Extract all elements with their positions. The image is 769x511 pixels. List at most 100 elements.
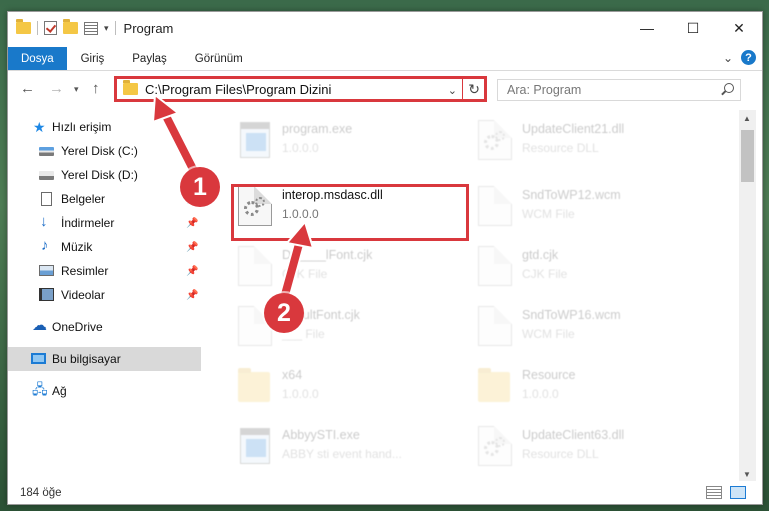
sidebar-item-music[interactable]: ♪ Müzik 📌 — [8, 235, 201, 259]
dll-file-icon — [478, 426, 512, 466]
step-1-callout: 1 — [180, 167, 220, 207]
tab-home[interactable]: Giriş — [67, 47, 119, 70]
file-item-sndtowp16-wcm[interactable]: SndToWP16.wcm WCM File — [474, 302, 714, 346]
videos-icon — [39, 288, 54, 301]
file-type: Resource DLL — [522, 141, 599, 155]
divider — [114, 21, 116, 35]
star-icon: ★ — [33, 118, 46, 135]
scroll-up-arrow-icon[interactable]: ▲ — [743, 114, 751, 123]
scroll-down-arrow-icon[interactable]: ▼ — [743, 470, 751, 479]
file-type: Resource DLL — [522, 447, 599, 461]
tab-view[interactable]: Görünüm — [181, 47, 257, 70]
pin-icon[interactable]: 📌 — [186, 290, 198, 301]
search-input[interactable]: Ara: Program — [497, 79, 741, 101]
file-name: SndToWP16.wcm — [522, 308, 621, 322]
file-version: 1.0.0.0 — [282, 387, 319, 401]
sidebar-item-local-disk-d[interactable]: Yerel Disk (D:) — [8, 163, 201, 187]
sidebar-item-this-pc[interactable]: Bu bilgisayar — [8, 347, 201, 371]
title-bar: ▾ Program — ☐ ✕ — [8, 12, 762, 44]
sidebar-item-label: Resimler — [61, 264, 109, 278]
sidebar-item-quick-access[interactable]: ★ Hızlı erişim — [8, 115, 201, 139]
application-icon — [238, 120, 272, 160]
sidebar-item-label: Bu bilgisayar — [52, 352, 121, 366]
vertical-scrollbar[interactable]: ▲ ▼ — [739, 110, 756, 481]
file-item-cjk-1[interactable]: D_____lFont.cjk CJK File — [234, 242, 474, 286]
folder-icon — [238, 366, 272, 406]
large-icons-view-icon[interactable] — [730, 486, 746, 499]
expand-ribbon-chevron-icon[interactable]: ⌄ — [723, 51, 733, 65]
file-name: gtd.cjk — [522, 248, 559, 262]
file-description: ABBY sti event hand... — [282, 447, 402, 461]
file-item-gtd-cjk[interactable]: gtd.cjk CJK File — [474, 242, 714, 286]
divider — [462, 79, 463, 99]
music-icon: ♪ — [41, 237, 49, 254]
help-icon[interactable]: ? — [741, 50, 756, 65]
file-version: 1.0.0.0 — [282, 141, 319, 155]
item-count: 184 öğe — [20, 487, 62, 499]
folder-item-x64[interactable]: x64 1.0.0.0 — [234, 362, 474, 406]
window-title: Program — [123, 20, 174, 36]
file-version: 1.0.0.0 — [522, 387, 559, 401]
generic-file-icon — [478, 186, 512, 226]
file-name: UpdateClient63.dll — [522, 428, 625, 442]
dll-file-icon — [478, 120, 512, 160]
tab-file[interactable]: Dosya — [8, 47, 67, 70]
address-bar[interactable]: C:\Program Files\Program Dizini ⌄ ↻ — [114, 76, 487, 102]
file-item-updateclient63-dll[interactable]: UpdateClient63.dll Resource DLL — [474, 422, 714, 466]
sidebar-item-label: İndirmeler — [61, 216, 115, 230]
sidebar-item-downloads[interactable]: ↓ İndirmeler 📌 — [8, 211, 201, 235]
properties-check-icon[interactable] — [44, 21, 57, 35]
generic-file-icon — [238, 246, 272, 286]
application-icon — [238, 426, 272, 466]
ribbon-right-controls: ⌄ ? — [723, 50, 756, 65]
sidebar-item-local-disk-c[interactable]: Yerel Disk (C:) — [8, 139, 201, 163]
sidebar-item-onedrive[interactable]: ☁ OneDrive — [8, 315, 201, 339]
close-button[interactable]: ✕ — [716, 12, 762, 44]
document-icon — [41, 192, 52, 206]
status-bar: 184 öğe — [8, 482, 762, 504]
pin-icon[interactable]: 📌 — [186, 266, 198, 277]
file-name: SndToWP12.wcm — [522, 188, 621, 202]
address-history-chevron-icon[interactable]: ⌄ — [448, 84, 457, 97]
search-icon[interactable] — [724, 83, 734, 93]
refresh-icon[interactable]: ↻ — [468, 81, 480, 98]
file-item-program-exe[interactable]: program.exe 1.0.0.0 — [234, 116, 474, 160]
drive-icon — [39, 171, 54, 180]
file-item-abbyysti-exe[interactable]: AbbyySTI.exe ABBY sti event hand... — [234, 422, 474, 466]
maximize-button[interactable]: ☐ — [670, 12, 716, 44]
file-type: WCM File — [522, 327, 575, 341]
file-name: Resource — [522, 368, 576, 382]
file-type: CJK File — [522, 267, 568, 281]
folder-item-resource[interactable]: Resource 1.0.0.0 — [474, 362, 714, 406]
minimize-button[interactable]: — — [624, 12, 670, 44]
new-folder-icon[interactable] — [63, 19, 78, 34]
network-icon: 🖧 — [32, 381, 48, 397]
sidebar-item-videos[interactable]: Videolar 📌 — [8, 283, 201, 307]
sidebar-item-pictures[interactable]: Resimler 📌 — [8, 259, 201, 283]
back-arrow-icon[interactable]: ← — [20, 80, 35, 97]
window-controls: — ☐ ✕ — [624, 12, 762, 44]
file-item-updateclient21-dll[interactable]: UpdateClient21.dll Resource DLL — [474, 116, 714, 160]
sidebar-item-network[interactable]: 🖧 Ağ — [8, 379, 201, 403]
step-2-callout: 2 — [264, 293, 304, 333]
sidebar-item-label: Videolar — [61, 288, 105, 302]
scrollbar-thumb[interactable] — [741, 130, 754, 182]
pin-icon[interactable]: 📌 — [186, 218, 198, 229]
tab-share[interactable]: Paylaş — [118, 47, 181, 70]
navigation-pane: ★ Hızlı erişim Yerel Disk (C:) Yerel Dis… — [8, 113, 201, 473]
properties-icon[interactable] — [84, 21, 98, 35]
sidebar-item-documents[interactable]: Belgeler 📌 — [8, 187, 201, 211]
address-path[interactable]: C:\Program Files\Program Dizini — [145, 82, 331, 97]
cloud-icon: ☁ — [32, 317, 47, 334]
details-view-icon[interactable] — [706, 486, 722, 499]
view-toggle — [706, 486, 746, 499]
pin-icon[interactable]: 📌 — [186, 242, 198, 253]
file-item-sndtowp12-wcm[interactable]: SndToWP12.wcm WCM File — [474, 182, 714, 226]
recent-locations-chevron-icon[interactable]: ▾ — [74, 84, 79, 95]
customize-toolbar-chevron-icon[interactable]: ▾ — [104, 23, 109, 34]
sidebar-item-label: Yerel Disk (C:) — [61, 144, 138, 158]
up-arrow-icon[interactable]: ↑ — [92, 80, 100, 97]
forward-arrow-icon[interactable]: → — [49, 80, 64, 97]
file-name: UpdateClient21.dll — [522, 122, 625, 136]
file-name: x64 — [282, 368, 303, 382]
